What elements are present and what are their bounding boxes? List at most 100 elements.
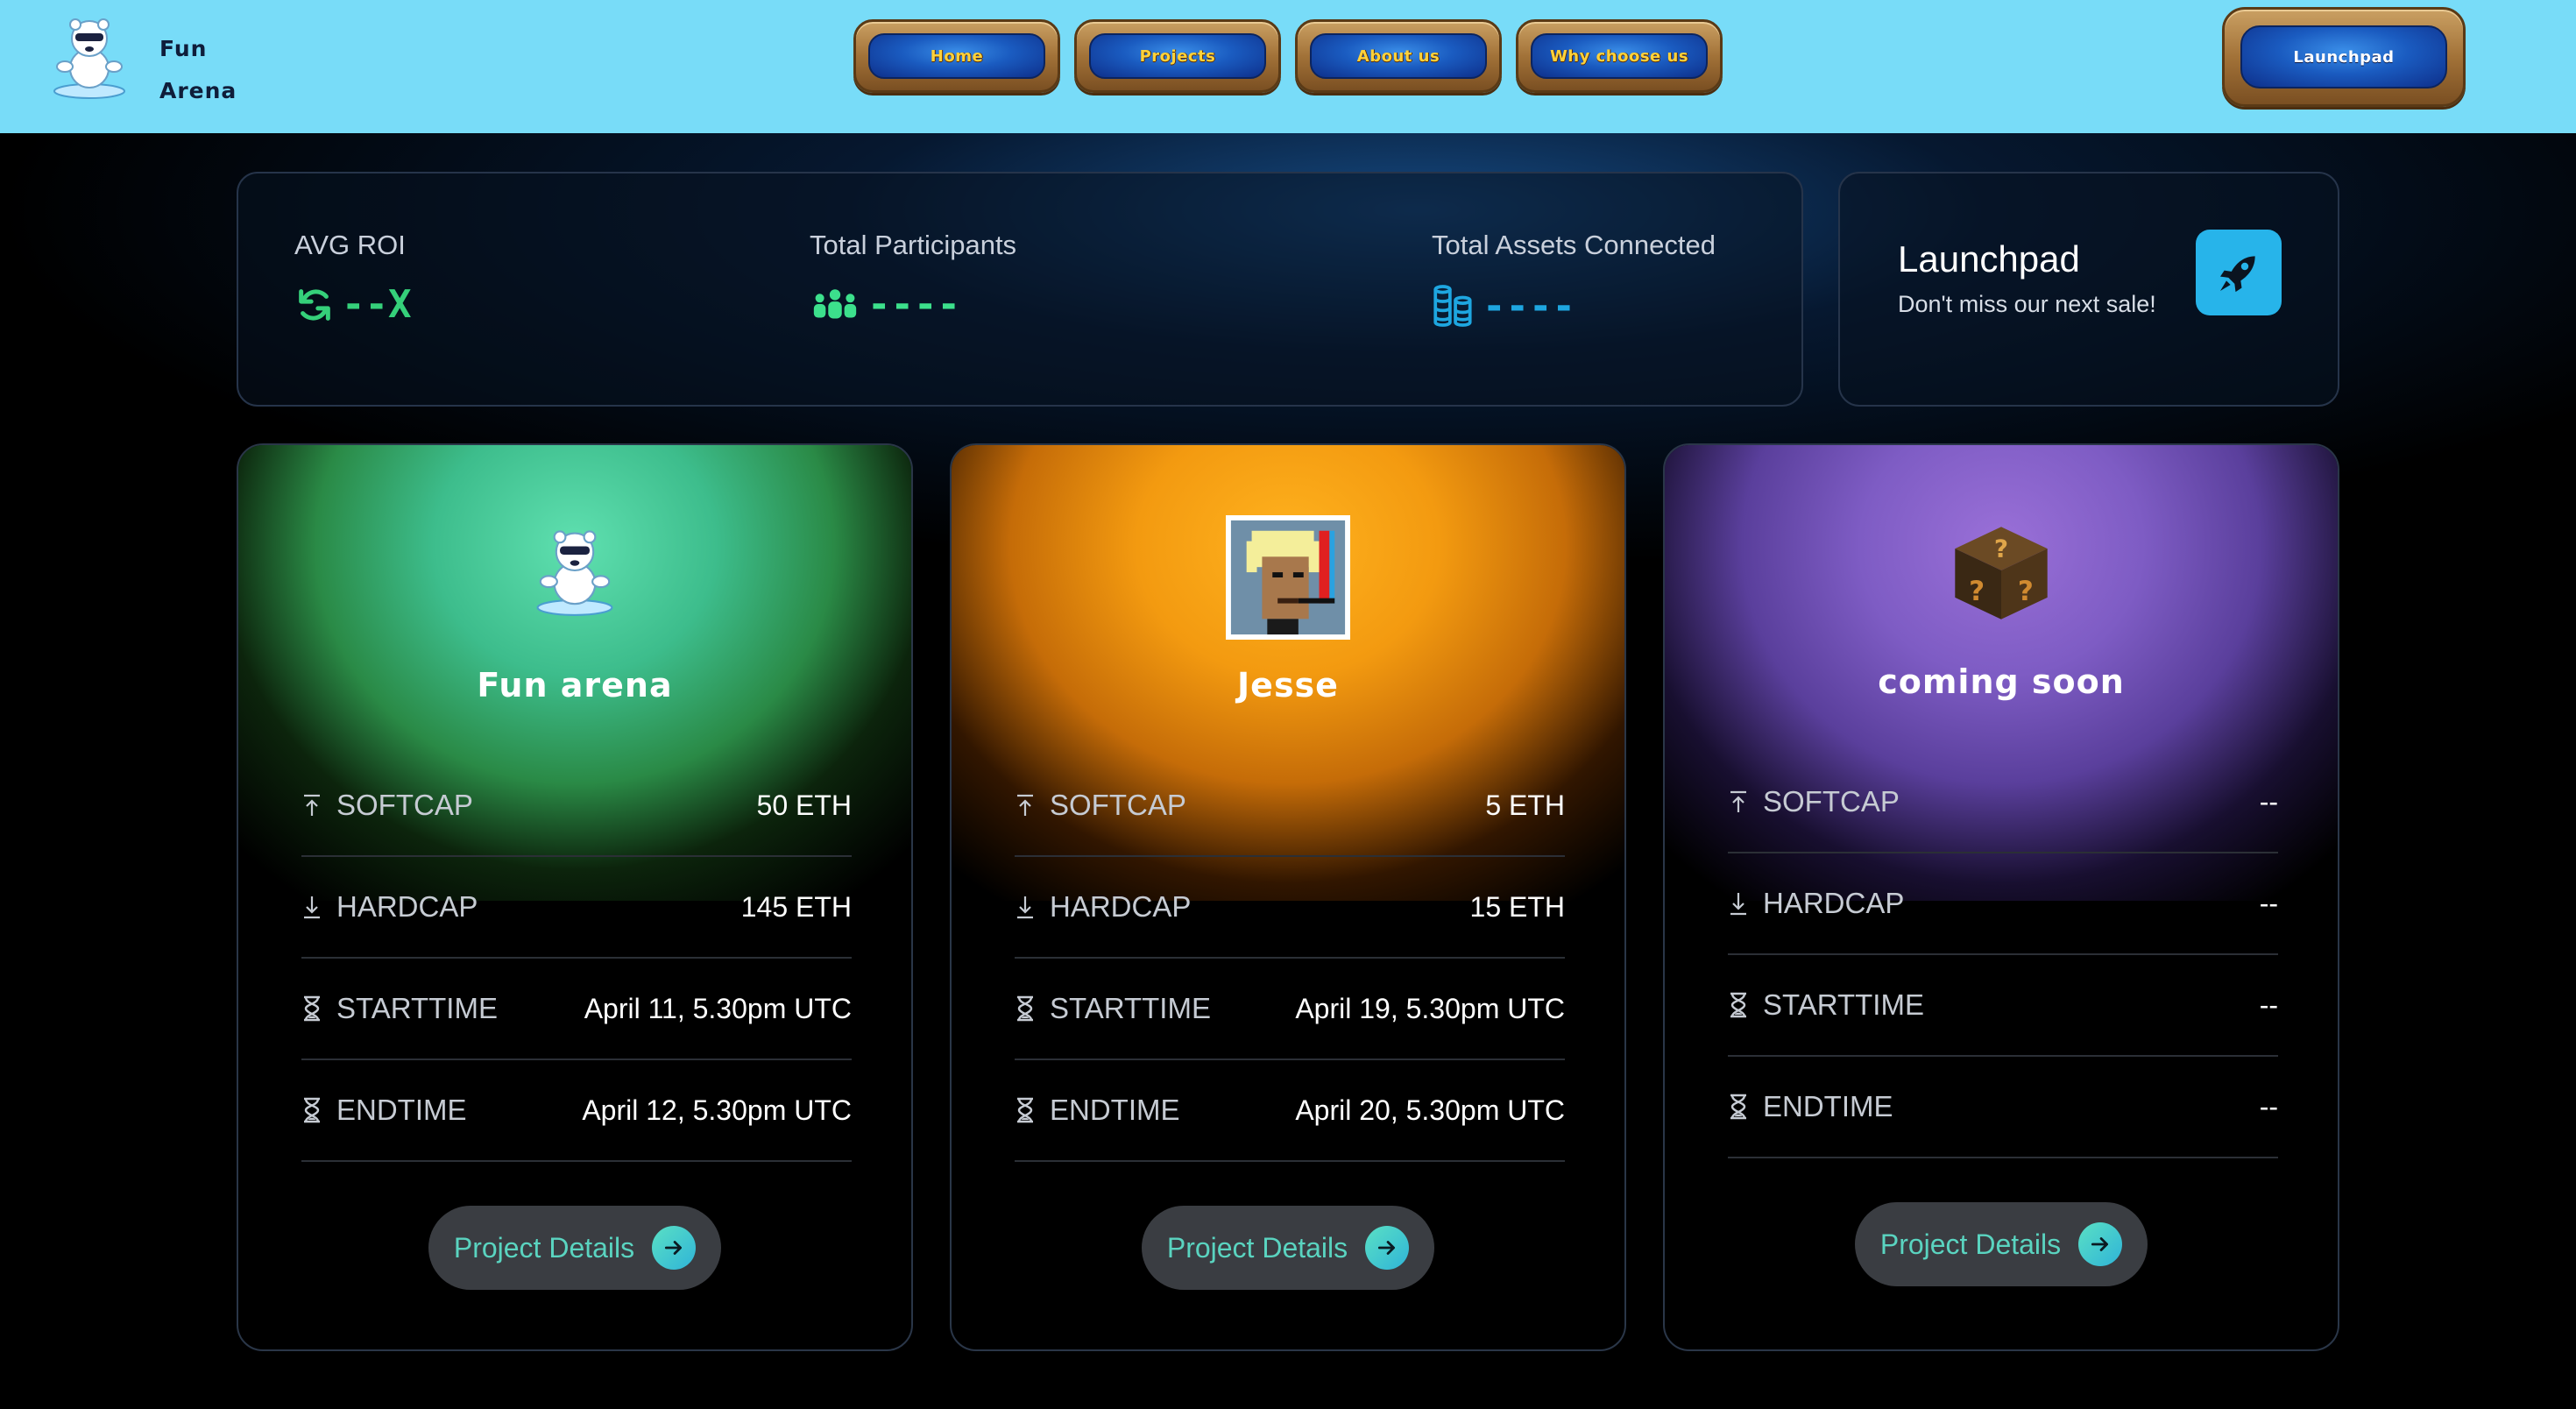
project-info-list: SOFTCAP 50 ETH HARDCAP 145 ETH STARTTIME… bbox=[301, 755, 852, 1162]
starttime-value: -- bbox=[2259, 988, 2278, 1021]
launchpad-card: Launchpad Don't miss our next sale! bbox=[1838, 172, 2339, 407]
project-details-label: Project Details bbox=[453, 1231, 635, 1264]
brand-name: Fun Arena bbox=[159, 28, 237, 112]
project-card-coming-soon: ? ? ? coming soon SOFTCAP -- HARDCAP -- … bbox=[1663, 443, 2339, 1351]
avg-roi-value-row: --X bbox=[294, 282, 411, 327]
hardcap-label: HARDCAP bbox=[336, 890, 478, 923]
endtime-value: April 12, 5.30pm UTC bbox=[582, 1094, 852, 1126]
assets-value: ---- bbox=[1483, 283, 1575, 329]
top-nav-bar: Fun Arena Home Projects About us Why cho… bbox=[0, 0, 2576, 133]
launchpad-rocket-button[interactable] bbox=[2196, 230, 2282, 315]
starttime-row: STARTTIME April 19, 5.30pm UTC bbox=[1015, 959, 1565, 1060]
project-details-label: Project Details bbox=[1166, 1231, 1348, 1264]
project-details-button[interactable]: Project Details bbox=[428, 1206, 721, 1290]
hourglass-icon bbox=[1728, 1094, 1763, 1120]
project-name: coming soon bbox=[1878, 662, 2125, 701]
download-icon bbox=[1015, 895, 1050, 919]
project-details-button[interactable]: Project Details bbox=[1142, 1206, 1434, 1290]
hourglass-icon bbox=[301, 995, 336, 1022]
project-name: Jesse bbox=[1237, 666, 1339, 704]
mystery-box-icon: ? ? ? bbox=[1955, 527, 2048, 620]
hardcap-value: 15 ETH bbox=[1469, 890, 1565, 923]
hardcap-value: 145 ETH bbox=[740, 890, 852, 923]
starttime-label: STARTTIME bbox=[1050, 992, 1211, 1024]
starttime-row: STARTTIME -- bbox=[1728, 955, 2278, 1057]
nav-home-button[interactable]: Home bbox=[853, 19, 1060, 93]
endtime-row: ENDTIME -- bbox=[1728, 1057, 2278, 1158]
endtime-row: ENDTIME April 20, 5.30pm UTC bbox=[1015, 1060, 1565, 1162]
svg-text:?: ? bbox=[1969, 576, 1985, 607]
participants-value: ---- bbox=[867, 282, 960, 327]
nav-home-inner: Home bbox=[868, 33, 1045, 79]
brand-name-line-1: Fun bbox=[159, 36, 208, 61]
project-info-list: SOFTCAP -- HARDCAP -- STARTTIME -- ENDTI… bbox=[1728, 752, 2278, 1158]
starttime-value: April 11, 5.30pm UTC bbox=[584, 992, 852, 1024]
stat-avg-roi: AVG ROI --X bbox=[294, 230, 411, 327]
svg-text:?: ? bbox=[1994, 534, 2008, 563]
nav-projects-inner: Projects bbox=[1089, 33, 1266, 79]
header-launchpad-button[interactable]: Launchpad bbox=[2222, 7, 2466, 107]
launchpad-title: Launchpad bbox=[1898, 238, 2080, 280]
project-name: Fun arena bbox=[477, 666, 673, 704]
hardcap-value: -- bbox=[2259, 887, 2278, 919]
stat-total-assets: Total Assets Connected ---- bbox=[1432, 230, 1716, 329]
rocket-icon bbox=[2220, 256, 2255, 293]
endtime-label: ENDTIME bbox=[1763, 1090, 1893, 1122]
endtime-row: ENDTIME April 12, 5.30pm UTC bbox=[301, 1060, 852, 1162]
svg-text:?: ? bbox=[2018, 576, 2034, 607]
participants-label: Total Participants bbox=[810, 230, 1017, 260]
nav-why-choose-us-button[interactable]: Why choose us bbox=[1516, 19, 1723, 93]
arrow-up-bar-icon bbox=[1728, 789, 1763, 814]
softcap-value: 50 ETH bbox=[756, 789, 852, 821]
starttime-value: April 19, 5.30pm UTC bbox=[1295, 992, 1565, 1024]
arrow-right-icon bbox=[652, 1226, 697, 1270]
starttime-label: STARTTIME bbox=[336, 992, 498, 1024]
softcap-value: -- bbox=[2259, 785, 2278, 818]
softcap-value: 5 ETH bbox=[1485, 789, 1565, 821]
hourglass-icon bbox=[1728, 992, 1763, 1018]
nav-home-label: Home bbox=[930, 46, 984, 66]
polar-bear-avatar-icon bbox=[536, 530, 613, 616]
assets-label: Total Assets Connected bbox=[1432, 230, 1716, 260]
project-card-jesse: Jesse SOFTCAP 5 ETH HARDCAP 15 ETH START… bbox=[950, 443, 1626, 1351]
header-launchpad-inner: Launchpad bbox=[2240, 25, 2447, 89]
header-launchpad-label: Launchpad bbox=[2293, 47, 2395, 67]
arrow-right-icon bbox=[1365, 1226, 1410, 1270]
softcap-row: SOFTCAP 50 ETH bbox=[301, 755, 852, 857]
participants-value-row: ---- bbox=[810, 282, 1016, 327]
download-icon bbox=[1728, 891, 1763, 916]
polar-bear-mascot-icon bbox=[53, 18, 125, 99]
endtime-value: April 20, 5.30pm UTC bbox=[1295, 1094, 1565, 1126]
avg-roi-label: AVG ROI bbox=[294, 230, 406, 260]
hardcap-row: HARDCAP -- bbox=[1728, 853, 2278, 955]
pixel-punk-avatar-icon bbox=[1226, 515, 1350, 640]
nav-projects-button[interactable]: Projects bbox=[1074, 19, 1281, 93]
project-details-button[interactable]: Project Details bbox=[1855, 1202, 2148, 1286]
hourglass-icon bbox=[301, 1097, 336, 1123]
nav-why-label: Why choose us bbox=[1549, 46, 1689, 66]
hourglass-icon bbox=[1015, 995, 1050, 1022]
softcap-label: SOFTCAP bbox=[1050, 789, 1186, 821]
hardcap-label: HARDCAP bbox=[1763, 887, 1905, 919]
nav-projects-label: Projects bbox=[1139, 46, 1216, 66]
nav-about-button[interactable]: About us bbox=[1295, 19, 1502, 93]
assets-value-row: ---- bbox=[1432, 282, 1716, 329]
softcap-row: SOFTCAP -- bbox=[1728, 752, 2278, 853]
launchpad-subtitle: Don't miss our next sale! bbox=[1898, 291, 2156, 317]
refresh-icon bbox=[299, 288, 330, 321]
nav-why-inner: Why choose us bbox=[1531, 33, 1708, 79]
endtime-label: ENDTIME bbox=[1050, 1094, 1180, 1126]
arrow-up-bar-icon bbox=[1015, 793, 1050, 818]
users-icon bbox=[813, 288, 857, 318]
softcap-row: SOFTCAP 5 ETH bbox=[1015, 755, 1565, 857]
project-card-fun-arena: Fun arena SOFTCAP 50 ETH HARDCAP 145 ETH… bbox=[237, 443, 913, 1351]
arrow-up-bar-icon bbox=[301, 793, 336, 818]
coins-icon bbox=[1433, 285, 1472, 327]
brand-logo[interactable]: Fun Arena bbox=[49, 12, 312, 109]
softcap-label: SOFTCAP bbox=[1763, 785, 1900, 818]
hourglass-icon bbox=[1015, 1097, 1050, 1123]
hardcap-label: HARDCAP bbox=[1050, 890, 1192, 923]
download-icon bbox=[301, 895, 336, 919]
starttime-label: STARTTIME bbox=[1763, 988, 1924, 1021]
nav-about-inner: About us bbox=[1310, 33, 1487, 79]
